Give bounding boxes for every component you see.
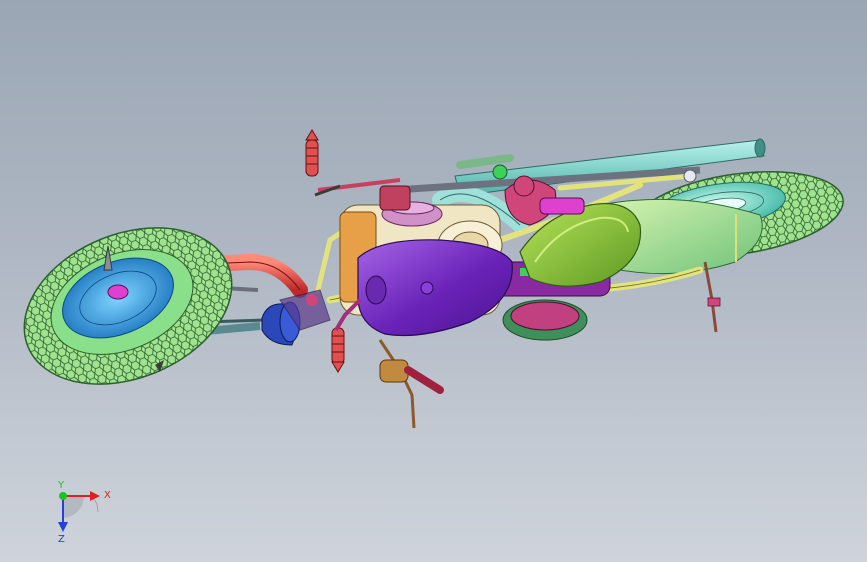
fuel-tank (357, 239, 513, 337)
3d-model-viewport[interactable] (0, 0, 867, 562)
headlamp (261, 289, 331, 346)
upper-grip (305, 129, 319, 177)
lower-grip (331, 327, 345, 373)
front-wheel (23, 227, 233, 385)
